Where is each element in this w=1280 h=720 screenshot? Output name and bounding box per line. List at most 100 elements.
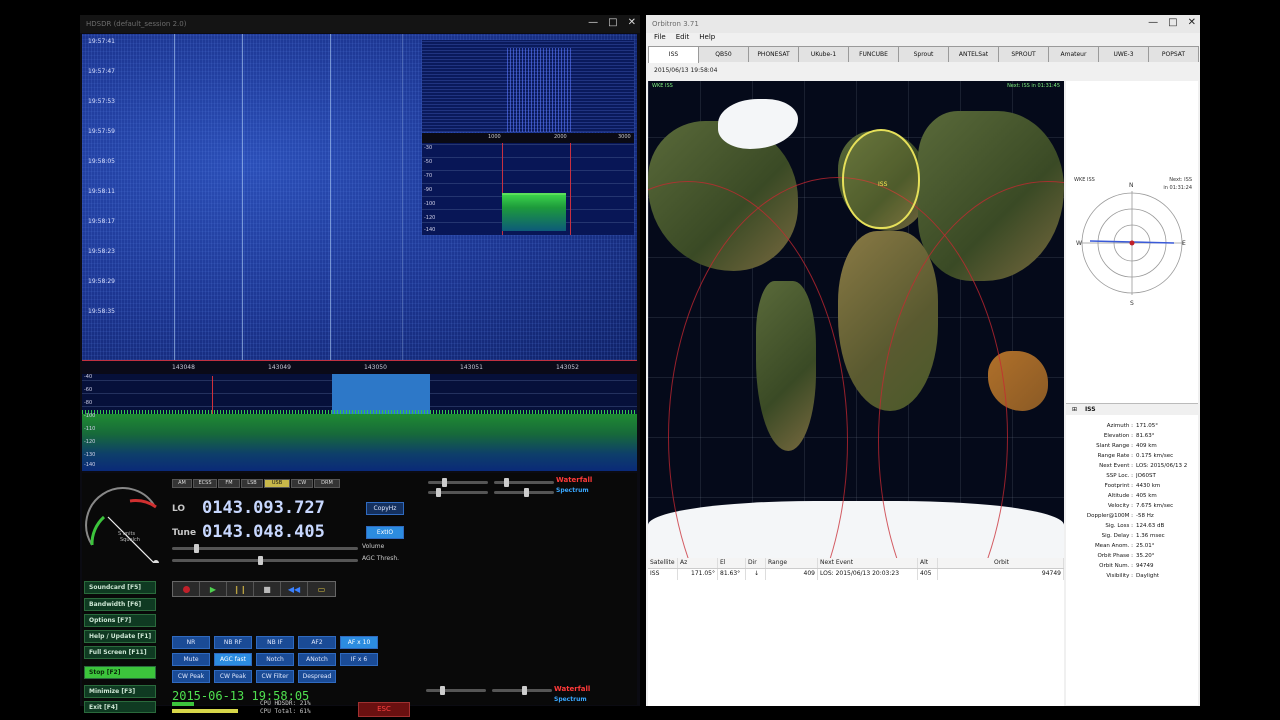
info-row: Orbit Num. :94749 — [1066, 561, 1198, 571]
full-screen-button[interactable]: Full Screen [F11] — [84, 646, 156, 659]
mode-button-ecss[interactable]: ECSS — [193, 479, 217, 488]
zoom-slider-2[interactable] — [494, 478, 554, 487]
anotch-button[interactable]: ANotch — [298, 653, 336, 666]
s-meter: S units Squelch — [85, 487, 159, 563]
mode-button-am[interactable]: AM — [172, 479, 192, 488]
waterfall-time-label: 19:58:29 — [88, 278, 115, 285]
options-button[interactable]: Options [F7] — [84, 614, 156, 627]
stop-icon[interactable]: ■ — [254, 582, 281, 596]
maximize-icon[interactable]: □ — [608, 17, 617, 28]
zoom-waterfall[interactable] — [422, 40, 634, 132]
frequency-axis[interactable]: 143048 143049 143050 143051 143052 — [82, 360, 637, 374]
db-tick: -130 — [84, 452, 96, 458]
map-label-left: WKE ISS — [652, 83, 673, 89]
menu-file[interactable]: File — [654, 33, 666, 45]
soundcard-button[interactable]: Soundcard [F5] — [84, 581, 156, 594]
lo-frequency[interactable]: 0143.093.727 — [202, 498, 325, 518]
volume-slider[interactable] — [172, 544, 358, 553]
cw-peak-button-2[interactable]: CW Peak — [214, 670, 252, 683]
tab-popsat[interactable]: POPSAT — [1148, 46, 1199, 62]
maximize-icon[interactable]: □ — [1168, 17, 1177, 28]
close-icon[interactable]: ✕ — [628, 17, 636, 28]
info-value: JO60ST — [1136, 473, 1156, 479]
tab-ukube[interactable]: UKube-1 — [798, 46, 849, 62]
mode-button-lsb[interactable]: LSB — [241, 479, 263, 488]
mute-button[interactable]: Mute — [172, 653, 210, 666]
minimize-icon[interactable]: — — [1148, 17, 1158, 28]
rewind-icon[interactable]: ◀◀ — [281, 582, 308, 596]
notch-button[interactable]: Notch — [256, 653, 294, 666]
menu-edit[interactable]: Edit — [676, 33, 690, 45]
zoom-slider-1[interactable] — [428, 478, 488, 487]
info-key: Range Rate : — [1097, 453, 1133, 459]
waterfall-time-label: 19:57:53 — [88, 98, 115, 105]
stop-button[interactable]: Stop [F2] — [84, 666, 156, 679]
exit-button[interactable]: Exit [F4] — [84, 701, 156, 713]
info-key: Sig. Delay : — [1101, 533, 1133, 539]
tab-phonesat[interactable]: PHONESAT — [748, 46, 799, 62]
db-tick: -60 — [84, 387, 93, 393]
tab-amateur[interactable]: Amateur — [1048, 46, 1099, 62]
af2-button[interactable]: AF2 — [298, 636, 336, 649]
tab-antelsat[interactable]: ANTELSat — [948, 46, 999, 62]
zoom-slider-4[interactable] — [494, 488, 554, 497]
orbitron-titlebar[interactable]: Orbitron 3.71 — □ ✕ — [646, 15, 1200, 33]
filter-edge-high[interactable] — [570, 143, 571, 235]
loop-icon[interactable]: ▭ — [308, 582, 335, 596]
info-value: -58 Hz — [1136, 513, 1154, 519]
mode-button-usb[interactable]: USB — [264, 479, 290, 488]
tune-frequency[interactable]: 0143.048.405 — [202, 522, 325, 542]
lo-label: LO — [172, 504, 186, 514]
tab-sprout-2[interactable]: SPROUT — [998, 46, 1049, 62]
minimize-button[interactable]: Minimize [F3] — [84, 685, 156, 698]
nb-if-button[interactable]: NB IF — [256, 636, 294, 649]
agc-threshold-slider[interactable] — [172, 556, 358, 565]
tab-funcube[interactable]: FUNCUBE — [848, 46, 899, 62]
minimize-icon[interactable]: — — [588, 17, 598, 28]
nr-button[interactable]: NR — [172, 636, 210, 649]
tab-sprout-1[interactable]: Sprout — [898, 46, 949, 62]
cpu-bar-total — [172, 709, 238, 713]
despread-button[interactable]: Despread — [298, 670, 336, 683]
tab-uwe3[interactable]: UWE-3 — [1098, 46, 1149, 62]
info-row: Velocity :7.675 km/sec — [1066, 501, 1198, 511]
menu-bar: File Edit Help — [646, 33, 1200, 45]
nb-rf-button[interactable]: NB RF — [214, 636, 252, 649]
if-x6-button[interactable]: IF x 6 — [340, 653, 378, 666]
mode-button-cw[interactable]: CW — [291, 479, 313, 488]
tab-qb50[interactable]: QB50 — [698, 46, 749, 62]
cw-filter-button[interactable]: CW Filter — [256, 670, 294, 683]
tab-iss[interactable]: ISS — [648, 46, 699, 63]
esc-button[interactable]: ESC — [358, 702, 410, 717]
help-update-button[interactable]: Help / Update [F1] — [84, 630, 156, 643]
bandwidth-button[interactable]: Bandwidth [F6] — [84, 598, 156, 611]
hdsdr-titlebar[interactable]: HDSDR (default_session 2.0) — □ ✕ — [80, 15, 640, 33]
close-icon[interactable]: ✕ — [1188, 17, 1196, 28]
play-icon[interactable]: ▶ — [200, 582, 227, 596]
af-x10-button[interactable]: AF x 10 — [340, 636, 378, 649]
world-map[interactable]: WKE ISS Next: ISS in 01:31:45 ISS — [648, 81, 1064, 558]
zoom-slider-3[interactable] — [428, 488, 488, 497]
info-value: 4430 km — [1136, 483, 1161, 489]
pause-icon[interactable]: ❙❙ — [227, 582, 254, 596]
record-icon[interactable] — [173, 582, 200, 596]
menu-help[interactable]: Help — [699, 33, 715, 45]
cw-peak-button[interactable]: CW Peak — [172, 670, 210, 683]
agc-fast-button[interactable]: AGC fast — [214, 653, 252, 666]
iss-marker[interactable]: ISS — [878, 181, 887, 188]
hdsdr-window: HDSDR (default_session 2.0) — □ ✕ 19:57:… — [80, 15, 640, 717]
table-row[interactable]: ISS 171.05° 81.63° ↓ 409 LOS: 2015/06/13… — [648, 569, 1064, 580]
expand-icon[interactable]: ⊞ — [1072, 406, 1077, 413]
waterfall-time-label: 19:58:23 — [88, 248, 115, 255]
mode-button-drm[interactable]: DRM — [314, 479, 340, 488]
tune-extio-button[interactable]: ExtIO — [366, 526, 404, 539]
zoom-slider-6[interactable] — [492, 686, 552, 695]
spectrum-label-2: Spectrum — [554, 696, 587, 703]
zoom-slider-5[interactable] — [426, 686, 486, 695]
spectrum-label: Spectrum — [556, 487, 589, 494]
copy-hz-button[interactable]: CopyHz — [366, 502, 404, 515]
zoom-spectrum[interactable]: -30 -50 -70 -90 -100 -120 -140 — [422, 143, 634, 235]
spectrum-display[interactable]: -40 -60 -80 -100 -110 -120 -130 -140 — [82, 374, 637, 471]
table-header: Satellite Az El Dir Range Next Event Alt… — [648, 558, 1064, 569]
mode-button-fm[interactable]: FM — [218, 479, 240, 488]
